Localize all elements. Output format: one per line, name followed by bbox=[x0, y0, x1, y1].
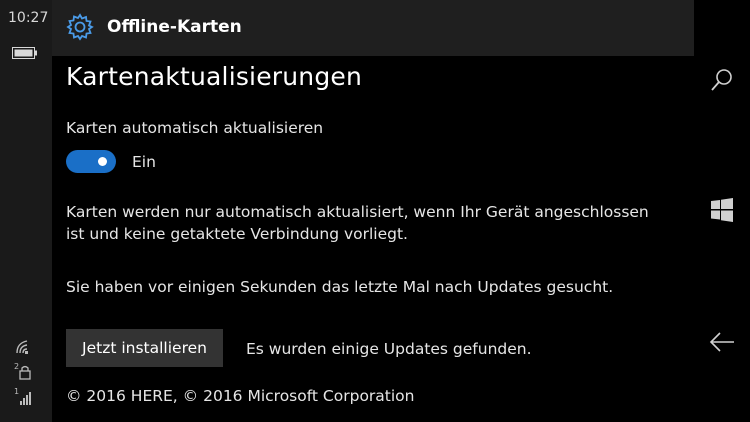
main-content: Offline-Karten Kartenaktualisierungen Ka… bbox=[52, 0, 694, 422]
back-arrow-icon[interactable] bbox=[704, 324, 740, 360]
wifi-icon bbox=[14, 338, 36, 358]
screen: 10:27 2 1 Offline-Karten Kartenaktualisi… bbox=[0, 0, 750, 422]
toggle-state-label: Ein bbox=[132, 153, 156, 171]
app-title: Offline-Karten bbox=[107, 17, 242, 37]
search-icon[interactable] bbox=[704, 62, 740, 98]
status-bar: 10:27 2 1 bbox=[0, 0, 52, 422]
update-status-text: Es wurden einige Updates gefunden. bbox=[246, 340, 532, 358]
toggle-knob bbox=[98, 157, 107, 166]
sim2-number: 2 bbox=[14, 362, 19, 371]
last-check-text: Sie haben vor einigen Sekunden das letzt… bbox=[66, 278, 614, 296]
navigation-bar bbox=[694, 0, 750, 422]
auto-update-toggle[interactable] bbox=[66, 150, 116, 173]
info-text: Karten werden nur automatisch aktualisie… bbox=[66, 203, 649, 243]
auto-update-label: Karten automatisch aktualisieren bbox=[66, 119, 324, 137]
windows-icon[interactable] bbox=[704, 192, 740, 228]
install-now-button[interactable]: Jetzt installieren bbox=[66, 329, 223, 367]
page-title: Kartenaktualisierungen bbox=[66, 62, 363, 91]
sim1-signal-icon: 1 bbox=[14, 387, 36, 407]
battery-icon bbox=[12, 44, 37, 59]
copyright-text: © 2016 HERE, © 2016 Microsoft Corporatio… bbox=[66, 387, 415, 405]
gear-icon[interactable] bbox=[65, 12, 95, 42]
sim2-lock-icon: 2 bbox=[14, 362, 36, 382]
app-header: Offline-Karten bbox=[52, 0, 694, 56]
sim1-number: 1 bbox=[14, 387, 19, 396]
clock: 10:27 bbox=[8, 10, 49, 26]
